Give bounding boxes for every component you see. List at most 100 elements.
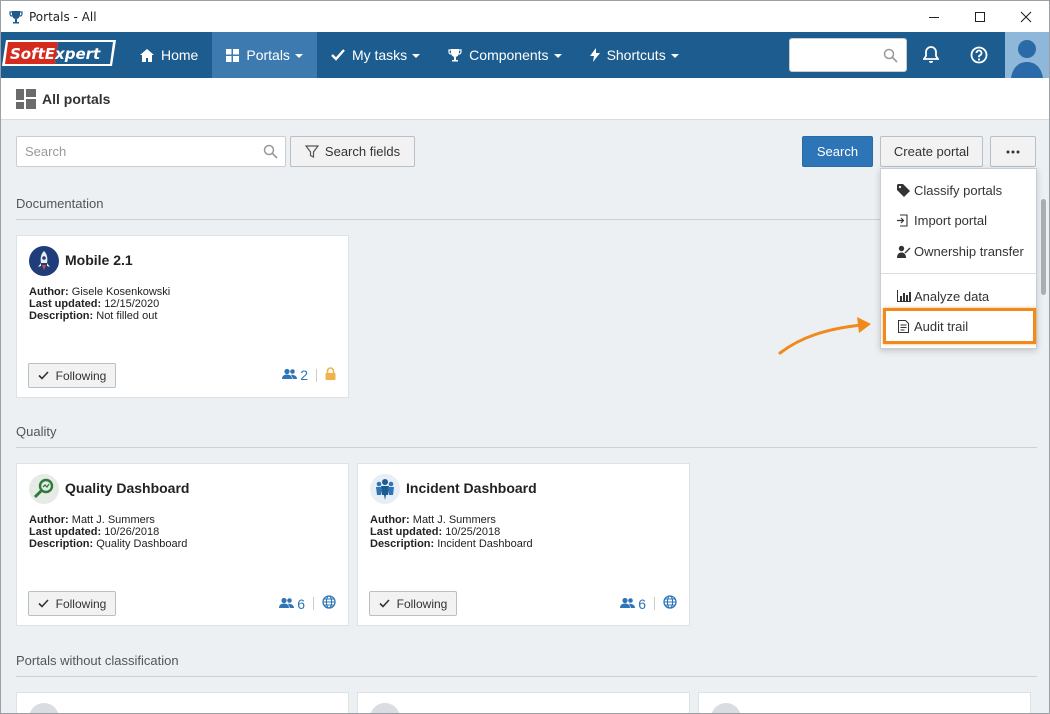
following-button[interactable]: Following [369,591,457,616]
menu-item-analyze-data[interactable]: Analyze data [881,282,1036,310]
portal-title[interactable]: Mobile 2.1 [65,252,133,268]
portal-card[interactable]: Quality Dashboard Author: Matt J. Summer… [16,463,349,626]
lightning-icon [589,48,600,62]
member-count: 6 [297,595,305,612]
trophy-icon [7,8,25,26]
portal-title[interactable]: Quality Dashboard [65,480,189,496]
top-navbar: SoftExpert Home Portals My tasks Compone… [1,32,1049,78]
menu-item-classify-portals[interactable]: Classify portals [881,176,1036,204]
help-icon [970,46,988,64]
portal-card[interactable]: Mobile 2.1 Author: Gisele Kosenkowski La… [16,235,349,398]
more-options-button[interactable] [990,136,1036,167]
following-label: Following [55,596,107,611]
portal-search-field[interactable] [16,136,286,167]
page-title: All portals [42,90,111,107]
nav-portals-label: Portals [246,47,290,63]
ellipsis-icon [1006,150,1020,153]
member-count: 6 [638,595,646,612]
scroll-thumb[interactable] [1041,199,1046,295]
portal-card-partial[interactable] [357,692,690,713]
portal-title[interactable]: Incident Dashboard [406,480,537,496]
portal-meta: Author: Matt J. Summers Last updated: 10… [29,514,188,550]
following-button[interactable]: Following [28,591,116,616]
portal-card-partial[interactable] [698,692,1031,713]
search-fields-label: Search fields [324,144,401,159]
following-label: Following [55,368,107,383]
section-divider [16,676,1037,677]
nav-home[interactable]: Home [126,32,212,78]
portal-search-input[interactable] [25,137,255,166]
help-button[interactable] [959,32,999,78]
globe-icon [663,595,677,612]
close-button[interactable] [1003,1,1049,32]
chevron-down-icon [412,54,421,58]
menu-item-label: Classify portals [914,182,1003,198]
users-icon [620,596,636,612]
minimize-button[interactable] [911,1,957,32]
following-label: Following [396,596,448,611]
import-icon [897,213,911,227]
audit-trail-highlight [883,308,1036,344]
user-avatar[interactable] [1005,32,1049,78]
portal-icon [711,703,741,713]
users-icon [279,596,295,612]
checkmark-icon [38,371,49,380]
window-title: Portals - All [29,9,97,24]
portal-stats: 6 [620,595,677,612]
people-icon [370,474,400,504]
nav-home-label: Home [161,47,199,63]
app-window: Portals - All SoftExpert Home Portals My… [0,0,1050,714]
search-icon [883,48,898,66]
nav-shortcuts[interactable]: Shortcuts [576,32,693,78]
maximize-button[interactable] [957,1,1003,32]
nav-components[interactable]: Components [434,32,575,78]
search-icon [263,144,278,162]
bell-icon [923,46,939,63]
rocket-icon [29,246,59,276]
portal-icon [370,703,400,713]
portals-grid-icon [16,88,36,109]
title-bar: Portals - All [1,1,1049,32]
checkmark-icon [379,599,390,608]
user-transfer-icon [897,245,911,258]
notifications-button[interactable] [913,32,949,78]
portal-meta: Author: Matt J. Summers Last updated: 10… [370,514,533,550]
checkmark-icon [331,49,345,61]
nav-components-label: Components [469,47,549,63]
section-title-unclassified: Portals without classification [16,653,179,668]
menu-item-import-portal[interactable]: Import portal [881,206,1036,234]
callout-arrow-icon [778,317,871,355]
logo-text: SoftExpert [10,45,101,63]
portals-grid-icon [226,48,240,62]
search-button[interactable]: Search [802,136,873,167]
section-title-quality: Quality [16,424,57,439]
globe-icon [322,595,336,612]
magnifier-chart-icon [29,474,59,504]
portal-meta: Author: Gisele Kosenkowski Last updated:… [29,286,171,322]
portal-icon [29,703,59,713]
tag-icon [897,183,911,197]
nav-my-tasks[interactable]: My tasks [317,32,434,78]
softexpert-logo[interactable]: SoftExpert [2,40,116,66]
following-button[interactable]: Following [28,363,116,388]
page-header: All portals [1,78,1049,120]
create-portal-button[interactable]: Create portal [880,136,983,167]
portal-card-partial[interactable] [16,692,349,713]
filter-icon [304,144,319,159]
menu-item-ownership-transfer[interactable]: Ownership transfer [881,237,1036,265]
close-icon [1020,11,1032,22]
search-fields-button[interactable]: Search fields [290,136,415,167]
portal-stats: 2 [282,367,336,383]
menu-divider [881,273,1036,274]
vertical-scrollbar[interactable] [1039,121,1049,713]
bar-chart-icon [897,290,911,302]
menu-item-label: Analyze data [914,288,990,304]
portal-card[interactable]: Incident Dashboard Author: Matt J. Summe… [357,463,690,626]
section-divider [16,447,1037,448]
section-title-documentation: Documentation [16,196,104,211]
member-count: 2 [300,367,308,383]
nav-portals[interactable]: Portals [212,32,317,78]
nav-shortcuts-label: Shortcuts [606,47,666,63]
maximize-icon [975,11,985,22]
global-search-input[interactable] [789,38,907,72]
